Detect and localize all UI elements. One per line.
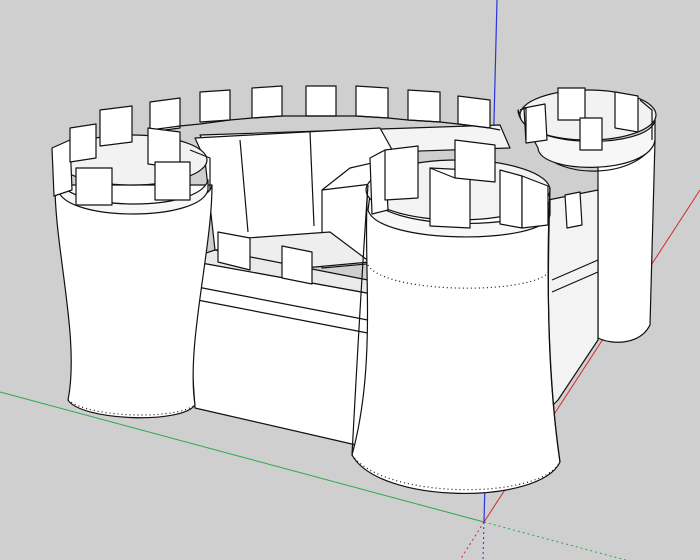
castle-model[interactable] [51, 85, 657, 495]
model-canvas[interactable] [0, 0, 700, 560]
tower-left-front [51, 105, 213, 419]
green-axis-dotted [483, 521, 628, 560]
blue-axis-dotted [482, 521, 485, 560]
sketchup-3d-viewport[interactable] [0, 0, 700, 560]
tower-right-front [351, 139, 561, 495]
red-axis-dotted [459, 521, 485, 560]
back-merlons [149, 85, 491, 133]
